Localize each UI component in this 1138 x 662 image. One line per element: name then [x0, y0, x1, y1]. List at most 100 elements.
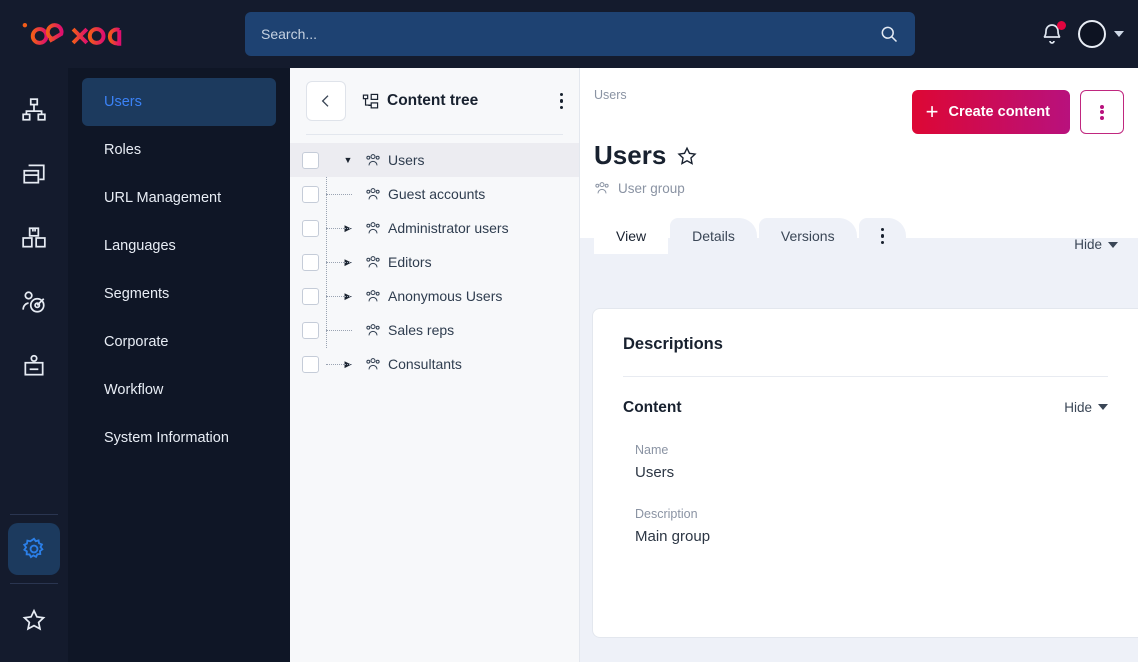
- collapse-tree-button[interactable]: [306, 81, 346, 121]
- tree-connector: [319, 176, 352, 212]
- content-tree-list: ▼ Users Guest accounts ▶ Administrator u…: [290, 135, 579, 381]
- create-content-label: Create content: [948, 104, 1050, 120]
- hide-tabs-toggle[interactable]: Hide: [1074, 237, 1118, 252]
- tree-node-label-wrap: Sales reps: [365, 322, 454, 338]
- tree-toggle-expanded[interactable]: ▼: [337, 155, 359, 165]
- chevron-down-icon: [1098, 404, 1108, 410]
- create-content-button[interactable]: + Create content: [911, 90, 1070, 134]
- sidebar-item-corporate[interactable]: Corporate: [82, 318, 276, 366]
- icon-rail-bottom: [0, 514, 68, 662]
- tree-node-checkbox[interactable]: [302, 151, 319, 169]
- tree-node-label-wrap: Anonymous Users: [365, 288, 502, 304]
- sidebar-item-label: Corporate: [104, 334, 169, 350]
- hide-section-label: Hide: [1064, 399, 1092, 415]
- rail-item-content-structure[interactable]: [8, 84, 60, 136]
- tree-node-editors[interactable]: ▶ Editors: [290, 244, 579, 280]
- sidebar-item-url-management[interactable]: URL Management: [82, 174, 276, 222]
- tab-label: View: [616, 228, 647, 244]
- global-search[interactable]: [245, 12, 915, 56]
- sidebar-item-workflow[interactable]: Workflow: [82, 366, 276, 414]
- user-group-icon: [366, 290, 380, 302]
- kebab-menu-icon: [1100, 103, 1104, 121]
- tree-node-label: Guest accounts: [388, 186, 486, 202]
- tree-connector: [319, 312, 352, 348]
- content-more-actions-button[interactable]: [1080, 90, 1124, 134]
- sidebar-item-roles[interactable]: Roles: [82, 126, 276, 174]
- notifications-button[interactable]: [1040, 21, 1066, 46]
- tab-details[interactable]: Details: [670, 218, 757, 254]
- kebab-menu-icon: [559, 92, 563, 97]
- tab-view[interactable]: View: [594, 218, 669, 254]
- field-value-description: Main group: [635, 528, 711, 545]
- search-icon[interactable]: [879, 24, 899, 44]
- sidebar-item-label: System Information: [104, 430, 229, 446]
- tree-node-guest-accounts[interactable]: Guest accounts: [290, 176, 579, 212]
- star-icon[interactable]: [676, 145, 698, 167]
- tree-node-consultants[interactable]: ▶ Consultants: [290, 347, 579, 381]
- tree-node-users[interactable]: ▼ Users: [290, 143, 579, 177]
- sidebar-item-label: Roles: [104, 142, 142, 158]
- settings-sidebar: Users Roles URL Management Languages Seg…: [68, 68, 290, 662]
- sidebar-item-label: URL Management: [104, 190, 222, 206]
- tree-node-checkbox[interactable]: [302, 219, 319, 237]
- star-icon: [22, 608, 46, 631]
- content-type-label: User group: [594, 180, 1118, 196]
- tree-node-label: Sales reps: [388, 322, 455, 338]
- user-group-icon: [366, 154, 380, 166]
- tree-node-checkbox[interactable]: [302, 355, 319, 373]
- content-tree-title-text: Content tree: [387, 92, 479, 109]
- tree-node-checkbox[interactable]: [302, 253, 319, 271]
- content-tree-menu-button[interactable]: [559, 92, 563, 110]
- tree-node-label-wrap: Consultants: [365, 356, 462, 372]
- content-tree-icon: [362, 93, 379, 108]
- sidebar-item-languages[interactable]: Languages: [82, 222, 276, 270]
- sidebar-item-system-information[interactable]: System Information: [82, 414, 276, 462]
- tree-node-label-wrap: Guest accounts: [365, 186, 485, 202]
- tab-label: Details: [692, 228, 735, 244]
- rail-item-products[interactable]: [8, 212, 60, 264]
- app-root: Users Roles URL Management Languages Seg…: [0, 0, 1138, 662]
- tree-node-checkbox[interactable]: [302, 287, 319, 305]
- tree-node-administrator-users[interactable]: ▶ Administrator users: [290, 210, 579, 246]
- tree-node-sales-reps[interactable]: Sales reps: [290, 312, 579, 348]
- sidebar-item-segments[interactable]: Segments: [82, 270, 276, 318]
- tree-node-label: Users: [388, 152, 425, 168]
- tab-label: Versions: [780, 228, 835, 244]
- tree-node-label: Anonymous Users: [388, 288, 503, 304]
- tab-more[interactable]: [858, 218, 907, 254]
- tree-connector: [319, 278, 352, 314]
- tree-node-checkbox[interactable]: [302, 185, 319, 203]
- chevron-down-icon[interactable]: [1114, 31, 1124, 37]
- tree-node-checkbox[interactable]: [302, 321, 319, 339]
- hide-tabs-label: Hide: [1074, 237, 1102, 252]
- search-input[interactable]: [261, 26, 879, 42]
- sidebar-item-label: Users: [104, 94, 142, 110]
- gear-icon: [22, 537, 44, 559]
- tab-versions[interactable]: Versions: [758, 218, 857, 254]
- rail-item-segments[interactable]: [8, 276, 60, 328]
- sidebar-item-label: Workflow: [104, 382, 164, 398]
- tree-connector: [319, 152, 337, 169]
- section-heading: Content: [623, 399, 682, 416]
- rail-item-corporate[interactable]: [8, 340, 60, 392]
- tree-node-label: Administrator users: [388, 220, 509, 236]
- content-type-text: User group: [618, 180, 685, 196]
- user-group-icon: [366, 256, 380, 268]
- ibexa-logo[interactable]: [18, 19, 136, 49]
- tree-connector: [319, 356, 352, 373]
- avatar[interactable]: [1078, 20, 1106, 48]
- content-header: Users + Create content Users User group …: [580, 68, 1138, 254]
- rail-item-media[interactable]: [8, 148, 60, 200]
- chevron-left-icon: [321, 95, 329, 107]
- user-group-icon: [366, 222, 380, 234]
- rail-item-settings[interactable]: [8, 523, 60, 575]
- content-tree-title: Content tree: [362, 92, 478, 110]
- sidebar-item-users[interactable]: Users: [82, 78, 276, 126]
- rail-item-bookmarks[interactable]: [8, 594, 60, 646]
- chevron-down-icon: [1108, 241, 1118, 248]
- tree-node-anonymous-users[interactable]: ▶ Anonymous Users: [290, 278, 579, 314]
- hide-section-toggle[interactable]: Hide: [1064, 400, 1108, 415]
- tree-node-label-wrap: Administrator users: [365, 220, 509, 236]
- panel-divider: [623, 376, 1108, 377]
- products-boxes-icon: [22, 227, 46, 248]
